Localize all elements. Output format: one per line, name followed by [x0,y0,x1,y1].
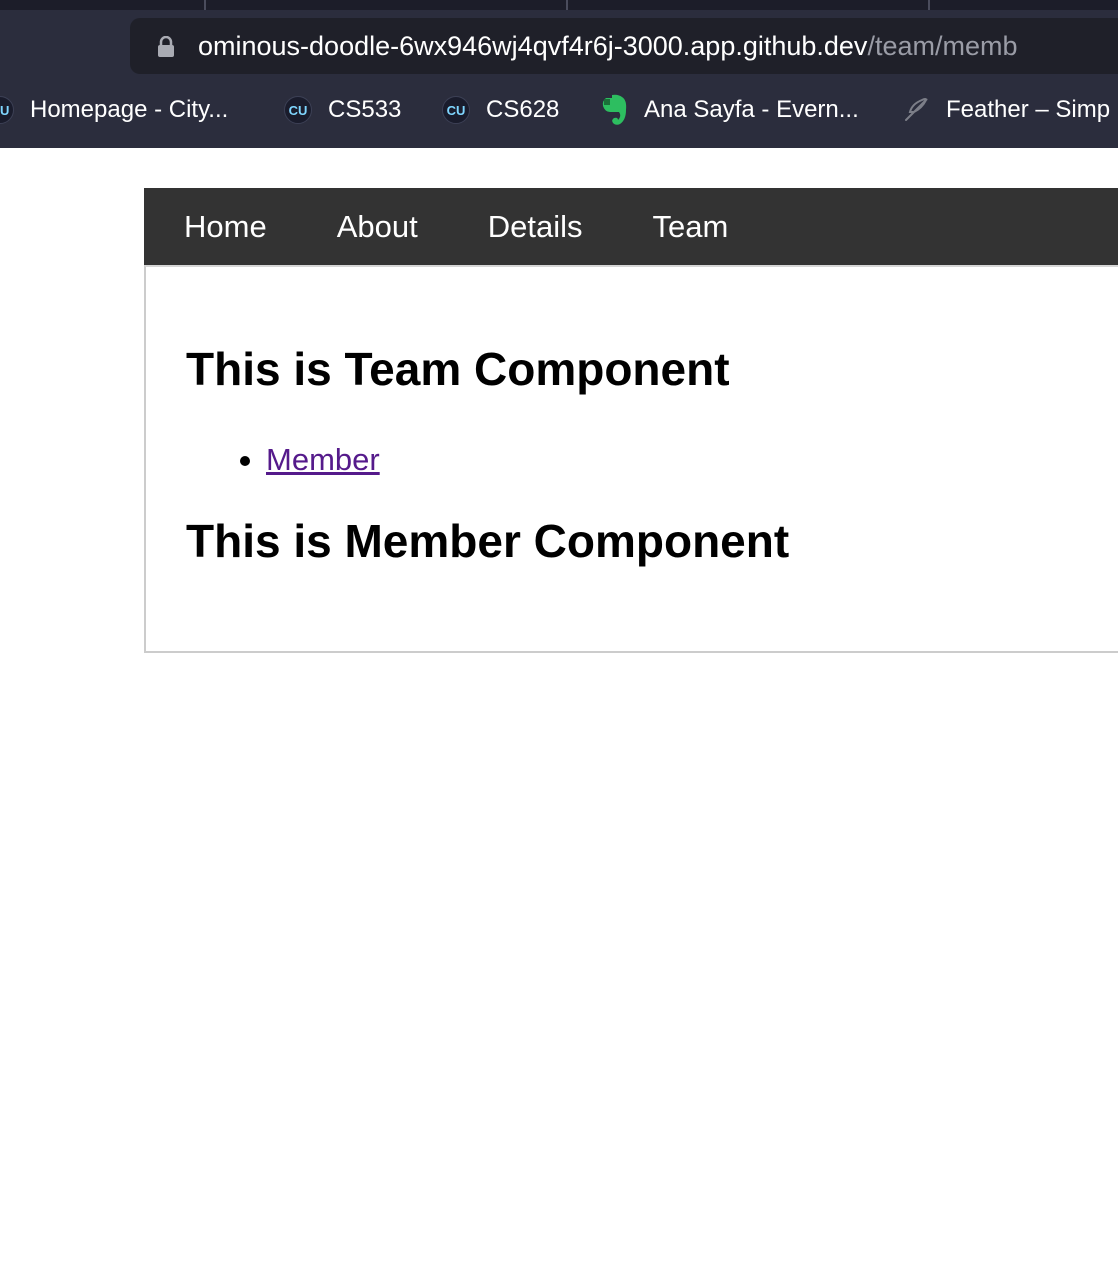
address-text[interactable]: ominous-doodle-6wx946wj4qvf4r6j-3000.app… [198,28,1017,64]
bookmark-homepage[interactable]: CU Homepage - City... [0,88,228,132]
nav-link-about[interactable]: About [302,188,453,265]
cu-logo-icon: CU [0,96,14,124]
list-item: Member [186,440,380,480]
nav-link-home[interactable]: Home [144,188,302,265]
bookmark-label: CS628 [486,96,560,123]
evernote-icon [600,94,628,125]
bookmark-cs533[interactable]: CU CS533 [284,88,401,132]
tab-separator [928,0,930,10]
nav-link-team[interactable]: Team [617,188,763,265]
feather-icon [902,96,930,124]
bookmark-cs628[interactable]: CU CS628 [442,88,559,132]
bookmarks-bar: CU Homepage - City... CU CS533 CU CS628 … [0,88,1118,132]
bookmark-evernote[interactable]: Ana Sayfa - Evern... [600,88,859,132]
cu-logo-icon: CU [442,96,470,124]
tab-strip [0,0,1118,10]
url-path: /team/memb [867,31,1018,61]
bullet-icon [240,456,250,466]
member-link[interactable]: Member [266,442,380,477]
nav-link-details[interactable]: Details [453,188,618,265]
bookmark-feather[interactable]: Feather – Simp [902,88,1110,132]
main-nav: Home About Details Team [144,188,1118,265]
member-heading: This is Member Component [186,515,790,567]
tab-separator [566,0,568,10]
team-heading: This is Team Component [186,343,730,395]
team-link-list: Member [186,440,380,480]
bookmark-label: CS533 [328,96,402,123]
bookmark-label: Feather – Simp [946,96,1111,123]
url-host: ominous-doodle-6wx946wj4qvf4r6j-3000.app… [198,31,868,61]
bookmark-label: Ana Sayfa - Evern... [644,96,859,123]
lock-icon [158,36,174,57]
browser-chrome: ominous-doodle-6wx946wj4qvf4r6j-3000.app… [0,0,1118,148]
bookmark-label: Homepage - City... [30,96,229,123]
cu-logo-icon: CU [284,96,312,124]
tab-separator [204,0,206,10]
